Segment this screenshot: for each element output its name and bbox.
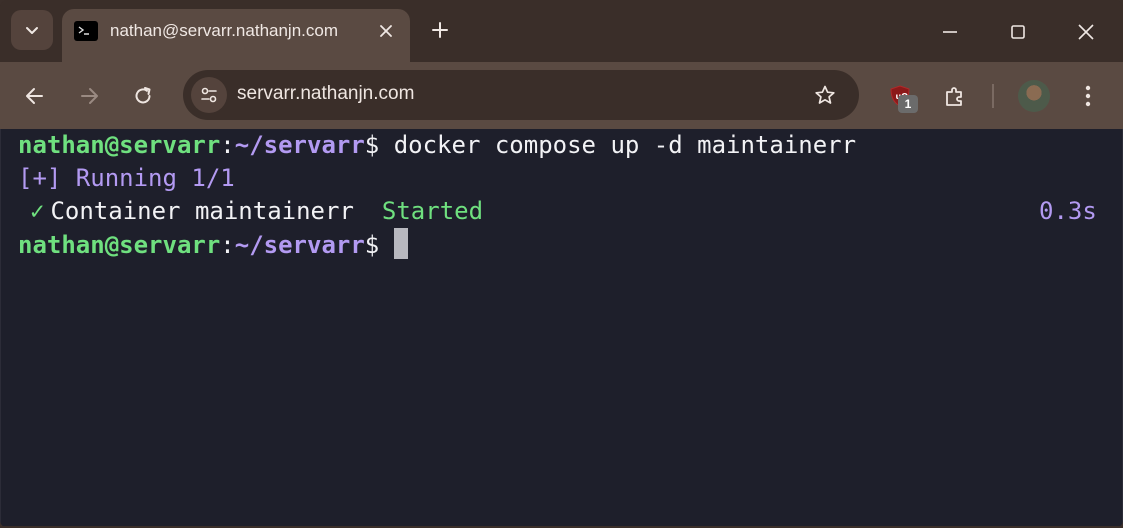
- reload-button[interactable]: [125, 78, 161, 114]
- toolbar-separator: [992, 84, 994, 108]
- prompt-symbol: $: [364, 131, 380, 159]
- terminal-cursor: [393, 228, 408, 259]
- prompt-user: nathan@servarr: [18, 231, 221, 259]
- star-icon: [814, 84, 836, 106]
- terminal[interactable]: nathan@servarr:~/servarr$ docker compose…: [0, 129, 1123, 526]
- forward-button[interactable]: [71, 78, 107, 114]
- prompt-path: ~/servarr: [234, 231, 365, 259]
- terminal-line-prompt: nathan@servarr:~/servarr$: [18, 228, 408, 260]
- terminal-line-status: [+] Running 1/1: [18, 162, 235, 194]
- tab-title: nathan@servarr.nathanjn.com: [110, 21, 338, 40]
- minimize-button[interactable]: [932, 14, 968, 50]
- minimize-icon: [941, 23, 959, 41]
- avatar[interactable]: [1018, 80, 1050, 112]
- browser-window: nathan@servarr.nathanjn.com servarr.nath…: [0, 0, 1123, 528]
- container-time: 0.3s: [1039, 197, 1097, 225]
- new-tab-button[interactable]: [426, 16, 454, 44]
- maximize-icon: [1009, 23, 1027, 41]
- browser-toolbar: servarr.nathanjn.com uO 1: [0, 62, 1123, 129]
- check-mark-icon: ✓: [30, 197, 45, 225]
- address-bar[interactable]: servarr.nathanjn.com: [183, 70, 859, 120]
- tab-strip: nathan@servarr.nathanjn.com: [0, 0, 1123, 62]
- close-icon: [379, 24, 393, 38]
- menu-button[interactable]: [1070, 78, 1106, 114]
- site-info-button[interactable]: [191, 77, 227, 113]
- extensions-button[interactable]: [937, 78, 973, 114]
- terminal-favicon-icon: [74, 21, 98, 41]
- terminal-line-command: nathan@servarr:~/servarr$ docker compose…: [18, 129, 856, 161]
- reload-icon: [132, 85, 154, 107]
- site-info-icon: [199, 85, 219, 105]
- bookmark-button[interactable]: [807, 77, 843, 113]
- prompt-symbol: $: [364, 231, 380, 259]
- tab-search-button[interactable]: [11, 10, 53, 50]
- forward-icon: [78, 85, 100, 107]
- url-text[interactable]: servarr.nathanjn.com: [237, 83, 414, 105]
- maximize-button[interactable]: [1000, 14, 1036, 50]
- back-button[interactable]: [17, 78, 53, 114]
- status-text: [+] Running 1/1: [18, 164, 235, 192]
- extension-badge: 1: [898, 95, 918, 113]
- prompt-separator: :: [220, 231, 235, 259]
- tab-close-button[interactable]: [374, 19, 398, 43]
- container-status: Started: [381, 197, 484, 225]
- terminal-line-container: ✓ Container maintainerr Started: [30, 195, 483, 227]
- prompt-user: nathan@servarr: [18, 131, 221, 159]
- window-close-icon: [1077, 23, 1095, 41]
- kebab-menu-icon: [1085, 85, 1091, 107]
- prompt-separator: :: [220, 131, 235, 159]
- back-icon: [24, 85, 46, 107]
- command-text: docker compose up -d maintainerr: [379, 131, 857, 159]
- chevron-down-icon: [24, 22, 40, 38]
- extensions-icon: [943, 84, 967, 108]
- window-close-button[interactable]: [1068, 14, 1104, 50]
- plus-icon: [431, 21, 449, 39]
- tab-active[interactable]: nathan@servarr.nathanjn.com: [62, 9, 410, 62]
- prompt-path: ~/servarr: [234, 131, 365, 159]
- container-text: Container maintainerr: [50, 197, 354, 225]
